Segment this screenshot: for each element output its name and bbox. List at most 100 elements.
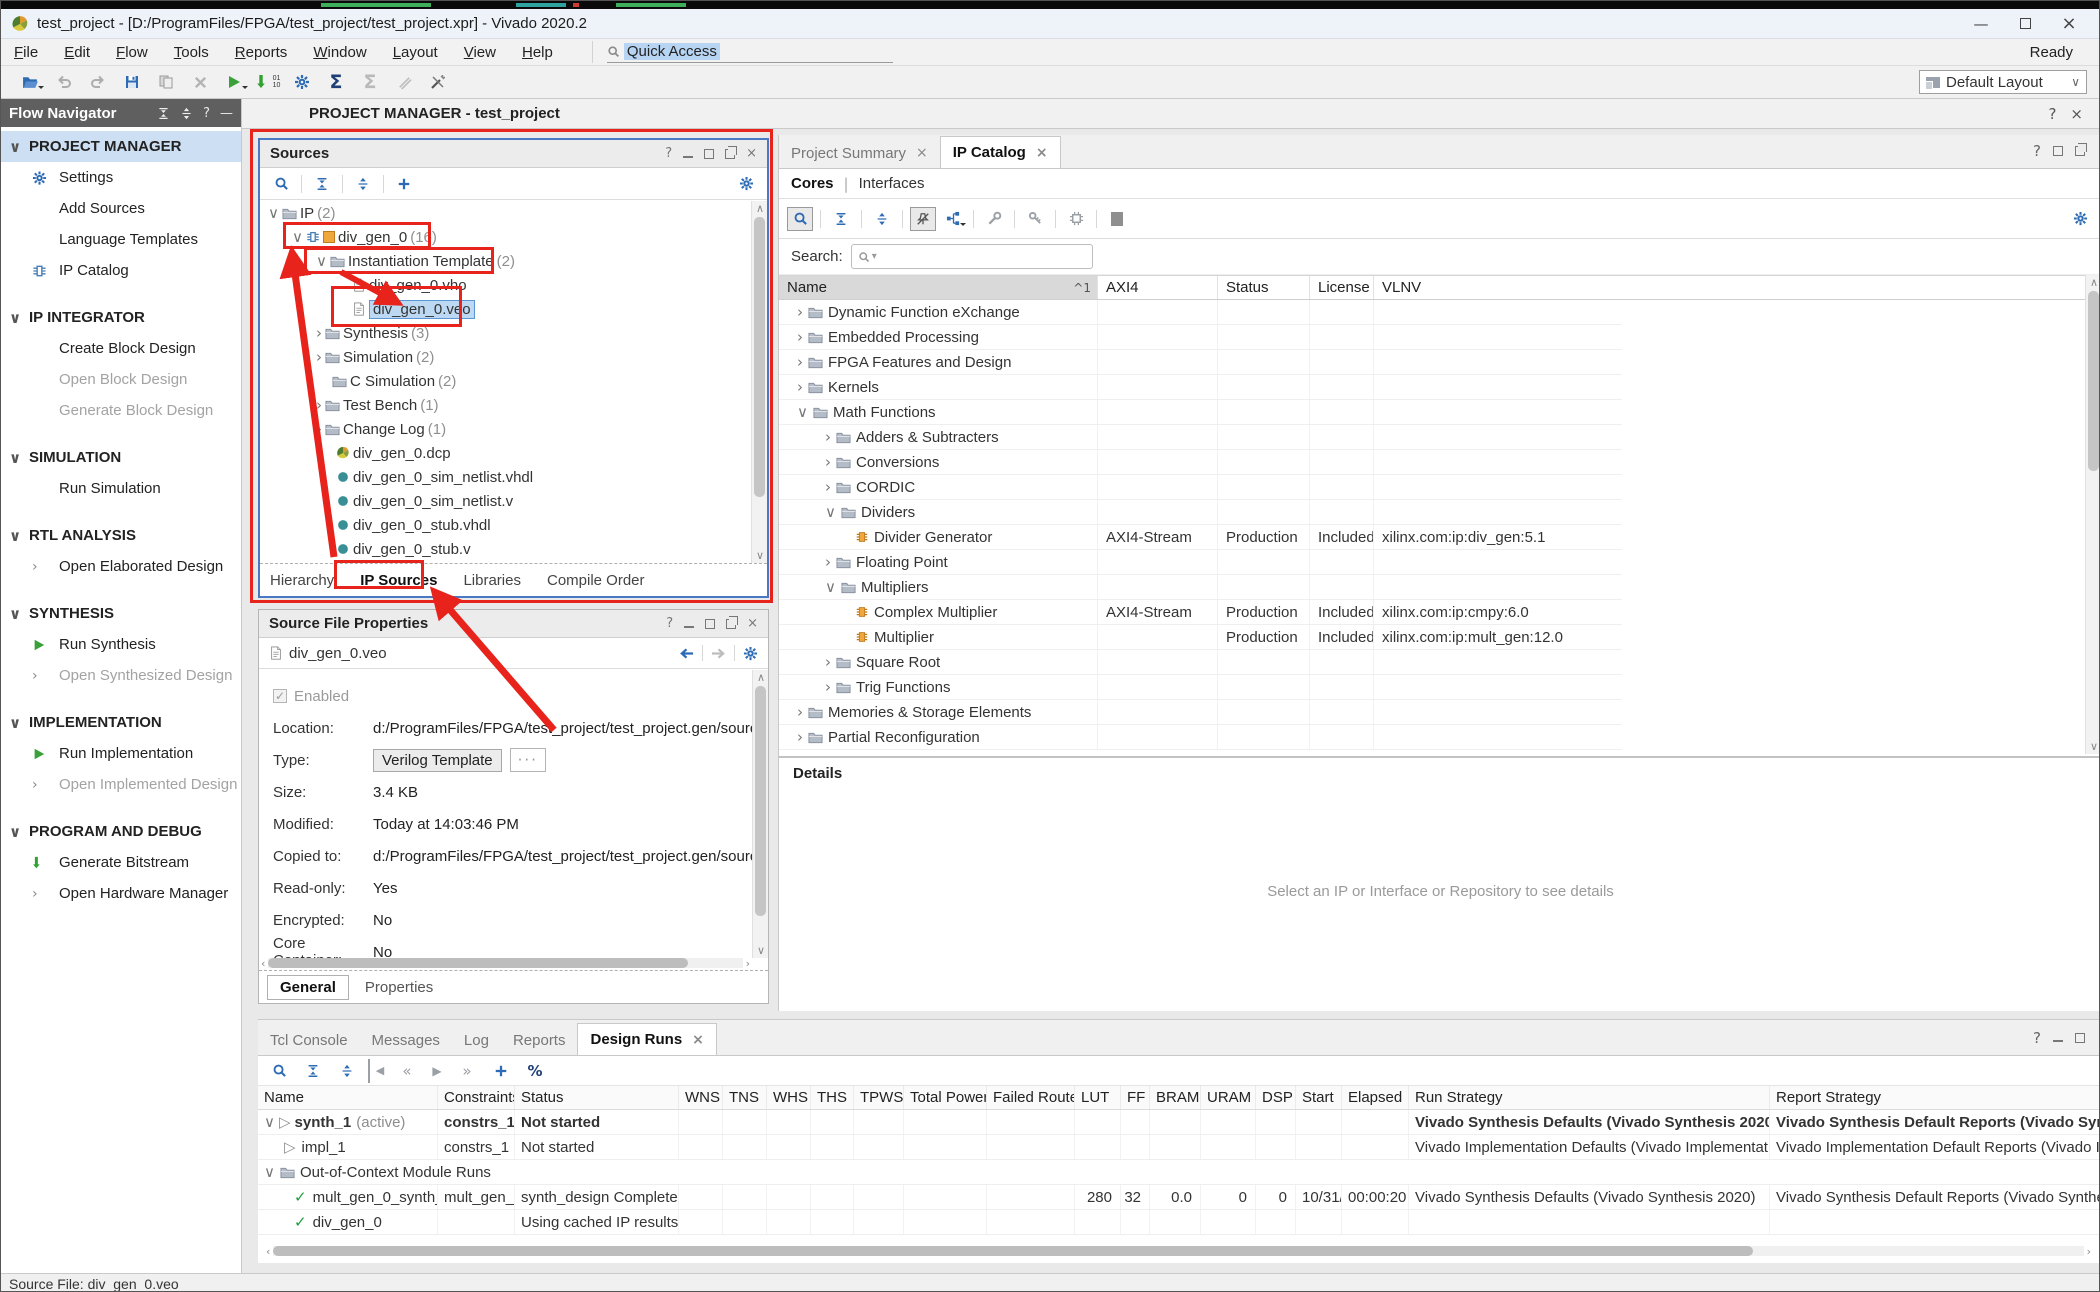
tree-item[interactable]: ›Test Bench(1) <box>260 393 767 417</box>
enabled-row[interactable]: ✓Enabled <box>273 680 752 712</box>
close-tab-icon[interactable]: × <box>692 1032 704 1048</box>
tab-tcl-console[interactable]: Tcl Console <box>258 1025 360 1055</box>
tab-libraries[interactable]: Libraries <box>463 572 521 589</box>
chevron-down-icon[interactable]: ∨ <box>264 1163 275 1181</box>
tab-hierarchy[interactable]: Hierarchy <box>270 572 334 589</box>
column-axi4[interactable]: AXI4 <box>1098 276 1218 299</box>
tab-cores[interactable]: Cores <box>791 175 834 192</box>
sidebar-section-synthesis[interactable]: ∨SYNTHESIS <box>1 598 241 629</box>
collapse-all-button[interactable] <box>309 172 335 196</box>
tree-item[interactable]: div_gen_0.dcp <box>260 441 767 465</box>
horizontal-scrollbar[interactable]: ‹› <box>266 1245 2091 1257</box>
copy-button[interactable] <box>149 68 183 96</box>
menu-reports[interactable]: Reports <box>222 42 301 63</box>
scroll-down-icon[interactable]: ∨ <box>2086 740 2100 753</box>
tab-compile-order[interactable]: Compile Order <box>547 572 645 589</box>
tab-messages[interactable]: Messages <box>360 1025 452 1055</box>
column-whs[interactable]: WHS <box>767 1086 811 1109</box>
maximize-panel-icon[interactable] <box>2075 1033 2085 1043</box>
column-status[interactable]: Status <box>515 1086 679 1109</box>
expand-all-button[interactable] <box>869 207 895 231</box>
minimize-panel-icon[interactable] <box>2053 1034 2063 1042</box>
column-uram[interactable]: URAM <box>1201 1086 1256 1109</box>
column-run-strategy[interactable]: Run Strategy <box>1409 1086 1770 1109</box>
close-panel-icon[interactable]: × <box>747 616 758 631</box>
close-tab-icon[interactable]: × <box>916 145 928 161</box>
search-button[interactable] <box>266 1059 292 1083</box>
catalog-row[interactable]: ›CORDIC <box>779 475 1622 500</box>
column-name[interactable]: Name^1 <box>779 276 1098 299</box>
menu-file[interactable]: File <box>1 42 51 63</box>
tab-general[interactable]: General <box>267 975 349 1000</box>
help-icon[interactable]: ? <box>203 106 210 121</box>
license-button[interactable] <box>1022 207 1048 231</box>
catalog-ip-row[interactable]: Divider GeneratorAXI4-StreamProductionIn… <box>779 525 1622 550</box>
redo-button[interactable] <box>81 68 115 96</box>
run-row-synth-1[interactable]: ∨▷synth_1(active) constrs_1 Not started … <box>258 1110 2100 1135</box>
sidebar-item-run-synthesis[interactable]: Run Synthesis <box>1 629 241 660</box>
scroll-right-icon[interactable]: › <box>2087 1245 2091 1258</box>
minimize-panel-icon[interactable] <box>684 620 694 628</box>
menu-edit[interactable]: Edit <box>51 42 103 63</box>
column-vlnv[interactable]: VLNV <box>1374 276 1622 299</box>
close-icon[interactable]: × <box>2070 105 2083 123</box>
catalog-row[interactable]: ›Square Root <box>779 650 1622 675</box>
catalog-row[interactable]: ›Adders & Subtracters <box>779 425 1622 450</box>
column-ff[interactable]: FF <box>1121 1086 1150 1109</box>
catalog-row[interactable]: ›Conversions <box>779 450 1622 475</box>
open-project-button[interactable] <box>13 68 47 96</box>
back-arrow-icon[interactable] <box>679 646 694 661</box>
tab-project-summary[interactable]: Project Summary× <box>779 138 940 168</box>
maximize-panel-icon[interactable] <box>705 619 715 629</box>
tab-properties[interactable]: Properties <box>353 976 445 999</box>
column-start[interactable]: Start <box>1296 1086 1342 1109</box>
column-total-power[interactable]: Total Power <box>904 1086 987 1109</box>
column-report-strategy[interactable]: Report Strategy <box>1770 1086 2100 1109</box>
scroll-left-icon[interactable]: ‹ <box>261 957 265 970</box>
tree-item[interactable]: ∨Instantiation Template(2) <box>260 249 767 273</box>
help-icon[interactable]: ? <box>2033 142 2041 160</box>
tree-item[interactable]: C Simulation(2) <box>260 369 767 393</box>
sidebar-item-open-hardware-manager[interactable]: ›Open Hardware Manager <box>1 878 241 909</box>
cancel-report-button[interactable]: Σ <box>353 68 387 96</box>
expand-all-button[interactable] <box>350 172 376 196</box>
create-run-button[interactable] <box>488 1059 514 1083</box>
scroll-up-icon[interactable]: ∧ <box>752 202 767 215</box>
help-icon[interactable]: ? <box>665 146 672 161</box>
column-status[interactable]: Status <box>1218 276 1310 299</box>
catalog-row[interactable]: ›Floating Point <box>779 550 1622 575</box>
catalog-row[interactable]: ∨Math Functions <box>779 400 1622 425</box>
expand-all-button[interactable] <box>334 1059 360 1083</box>
tree-item[interactable]: div_gen_0_sim_netlist.vhdl <box>260 465 767 489</box>
maximize-panel-icon[interactable] <box>704 149 714 159</box>
catalog-row[interactable]: ›Memories & Storage Elements <box>779 700 1622 725</box>
maximize-panel-icon[interactable] <box>2053 146 2063 156</box>
sidebar-item-ip-catalog[interactable]: IP Catalog <box>1 255 241 286</box>
column-failed-routes[interactable]: Failed Routes <box>987 1086 1075 1109</box>
settings-button[interactable] <box>285 68 319 96</box>
sidebar-section-simulation[interactable]: ∨SIMULATION <box>1 442 241 473</box>
sidebar-section-program-and-debug[interactable]: ∨PROGRAM AND DEBUG <box>1 816 241 847</box>
help-icon[interactable]: ? <box>2048 105 2056 123</box>
sidebar-item-generate-bitstream[interactable]: Generate Bitstream <box>1 847 241 878</box>
column-lut[interactable]: LUT <box>1075 1086 1121 1109</box>
menu-view[interactable]: View <box>451 42 509 63</box>
menu-tools[interactable]: Tools <box>161 42 222 63</box>
help-icon[interactable]: ? <box>666 616 673 631</box>
float-panel-icon[interactable] <box>2075 146 2085 156</box>
chevron-down-icon[interactable]: ∨ <box>268 204 279 222</box>
catalog-row[interactable]: ›Partial Reconfiguration <box>779 725 1622 750</box>
scroll-up-icon[interactable]: ∧ <box>2086 276 2100 289</box>
column-tns[interactable]: TNS <box>723 1086 767 1109</box>
menu-layout[interactable]: Layout <box>380 42 451 63</box>
step-first-button[interactable]: ◀ <box>368 1059 390 1083</box>
tree-item[interactable]: ∨div_gen_0(16) <box>260 225 767 249</box>
quick-access-search[interactable]: Quick Access <box>592 41 893 63</box>
customize-ip-button[interactable] <box>981 207 1007 231</box>
scroll-up-icon[interactable]: ∧ <box>753 671 769 684</box>
sidebar-section-ip-integrator[interactable]: ∨IP INTEGRATOR <box>1 302 241 333</box>
chevron-down-icon[interactable]: ∨ <box>264 1113 275 1131</box>
catalog-row[interactable]: ∨Multipliers <box>779 575 1622 600</box>
layout-selector[interactable]: Default Layout ∨ <box>1919 70 2087 94</box>
close-panel-icon[interactable]: × <box>746 146 757 161</box>
